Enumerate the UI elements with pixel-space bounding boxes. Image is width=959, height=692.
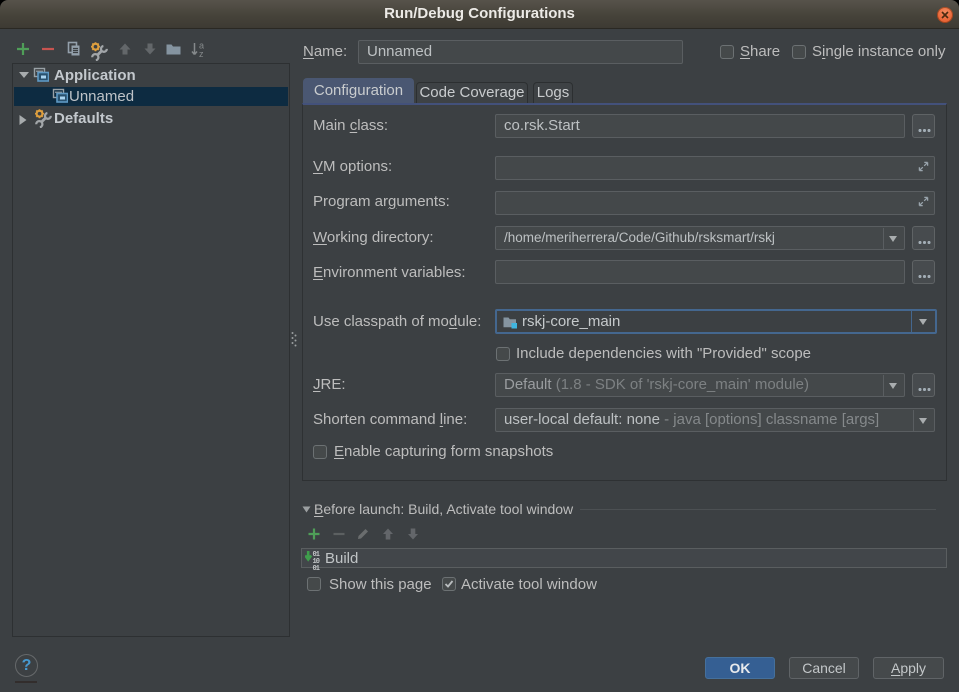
svg-text:z: z <box>199 49 204 58</box>
svg-text:01: 01 <box>313 565 320 571</box>
